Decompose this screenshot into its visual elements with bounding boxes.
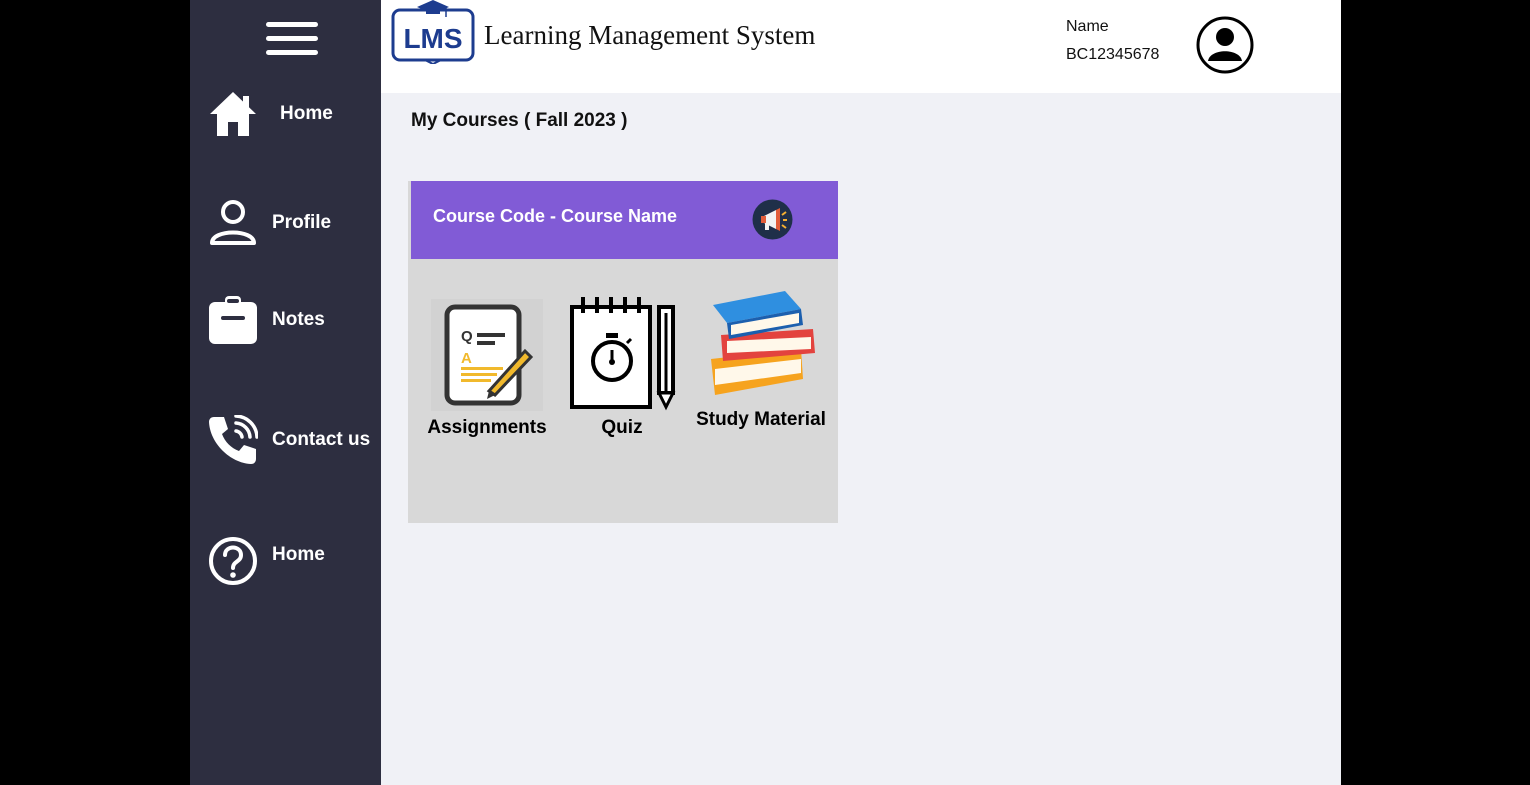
app-title: Learning Management System xyxy=(484,20,816,50)
avatar[interactable] xyxy=(1196,16,1254,74)
course-card: Course Code - Course Name Q A Assignment… xyxy=(408,181,838,523)
phone-icon xyxy=(209,415,258,464)
sidebar: Home Profile Notes Contact us Home xyxy=(190,0,381,785)
assignments-tile[interactable]: Q A Assignments xyxy=(422,299,552,439)
svg-text:A: A xyxy=(461,350,472,367)
app-window: Home Profile Notes Contact us Home LMS L… xyxy=(190,0,1341,785)
sidebar-item-label: Contact us xyxy=(272,429,371,450)
quiz-tile[interactable]: Quiz xyxy=(567,297,677,439)
menu-icon[interactable] xyxy=(266,22,318,56)
header: LMS Learning Management System Name BC12… xyxy=(381,0,1341,93)
course-header[interactable]: Course Code - Course Name xyxy=(411,181,838,259)
sidebar-item-label: Profile xyxy=(272,212,332,233)
study-material-tile[interactable]: Study Material xyxy=(691,291,831,431)
clipboard-icon xyxy=(209,296,257,344)
tile-label: Assignments xyxy=(427,417,547,438)
lms-logo: LMS xyxy=(391,0,475,64)
home-icon xyxy=(210,92,256,136)
quiz-icon xyxy=(570,297,676,411)
tile-label: Study Material xyxy=(696,409,826,430)
sidebar-item-profile[interactable]: Profile xyxy=(208,199,331,247)
assignment-icon: Q A xyxy=(431,299,543,411)
tile-label: Quiz xyxy=(601,417,643,438)
svg-text:Q: Q xyxy=(461,328,473,345)
sidebar-item-label: Home xyxy=(280,103,333,124)
user-id: BC12345678 xyxy=(1066,46,1160,63)
help-icon xyxy=(209,537,257,585)
sidebar-item-contact[interactable]: Contact us xyxy=(208,415,370,465)
logo-text: LMS xyxy=(403,23,462,54)
page-title: My Courses ( Fall 2023 ) xyxy=(411,110,628,131)
sidebar-item-home[interactable]: Home xyxy=(208,90,333,138)
books-icon xyxy=(711,291,815,395)
megaphone-icon[interactable] xyxy=(752,199,793,240)
sidebar-item-notes[interactable]: Notes xyxy=(208,296,325,344)
sidebar-item-label: Home xyxy=(272,544,325,565)
sidebar-item-label: Notes xyxy=(272,309,325,330)
sidebar-item-help[interactable]: Home xyxy=(208,536,325,586)
course-title: Course Code - Course Name xyxy=(433,206,678,226)
user-icon xyxy=(210,200,256,245)
user-name: Name xyxy=(1066,18,1109,35)
